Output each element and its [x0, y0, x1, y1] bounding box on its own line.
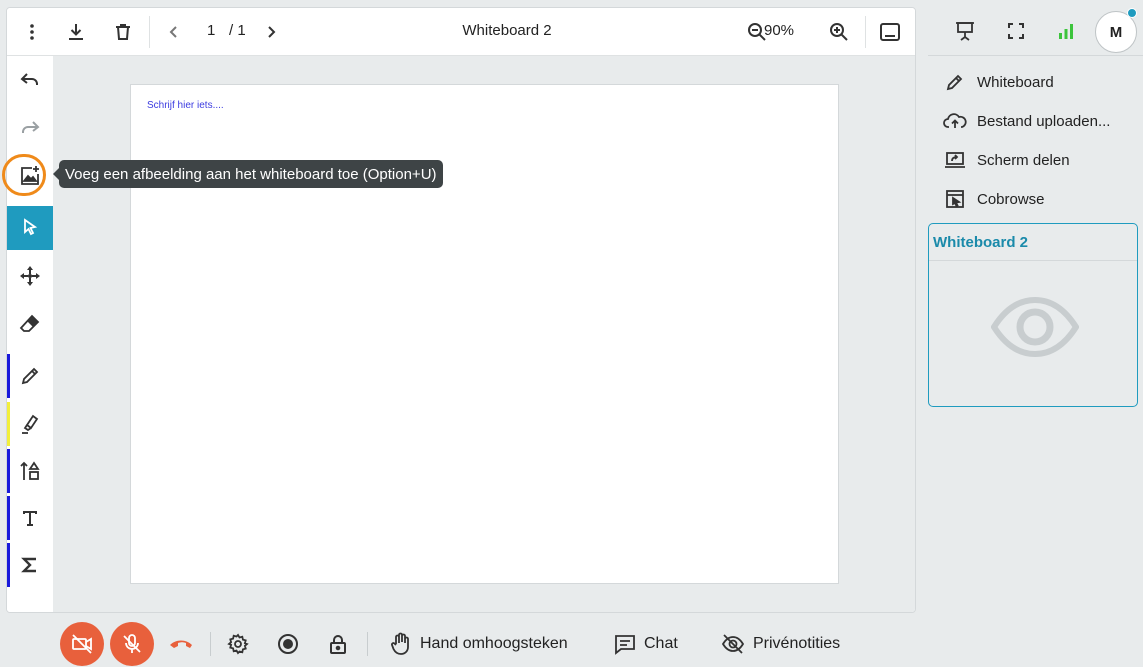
- tool-color-stripe: [7, 496, 10, 540]
- raise-hand-label: Hand omhoogsteken: [420, 635, 568, 652]
- add-image-tooltip: Voeg een afbeelding aan het whiteboard t…: [53, 160, 443, 188]
- tool-color-stripe: [7, 402, 10, 446]
- undo-icon: [20, 73, 38, 85]
- card-divider: [929, 260, 1137, 261]
- cobrowse-icon: [942, 186, 968, 212]
- next-page-icon[interactable]: [257, 18, 285, 46]
- connection-signal-icon[interactable]: [1052, 17, 1080, 45]
- microphone-off-icon: [123, 634, 141, 653]
- formula-icon: [21, 557, 36, 573]
- toggle-panel-icon[interactable]: [876, 18, 904, 46]
- highlighter-icon: [22, 414, 39, 434]
- pencil-icon: [942, 69, 968, 95]
- menu-item-label: Scherm delen: [977, 151, 1070, 169]
- download-icon[interactable]: [62, 18, 90, 46]
- right-panel-divider: [928, 55, 1143, 56]
- cloud-upload-icon: [942, 108, 968, 134]
- eraser-tool-button[interactable]: [7, 302, 53, 346]
- menu-item-screen-share[interactable]: Scherm delen: [942, 143, 1137, 177]
- microphone-off-button[interactable]: [110, 622, 154, 666]
- chat-icon: [615, 635, 635, 655]
- whiteboard-panel: 1 / 1 Whiteboard 2 90% Schrijf hier iets…: [6, 7, 916, 613]
- tool-color-stripe: [7, 449, 10, 493]
- eye-icon: [991, 296, 1079, 358]
- shapes-tool-button[interactable]: [7, 449, 53, 493]
- tool-color-stripe: [7, 354, 10, 398]
- zoom-level: 90%: [763, 22, 795, 39]
- notification-dot: [1127, 8, 1137, 18]
- text-icon: [23, 511, 37, 526]
- whiteboard-title: Whiteboard 2: [462, 22, 552, 39]
- lock-button[interactable]: [328, 630, 348, 658]
- menu-item-upload-file[interactable]: Bestand uploaden...: [942, 104, 1137, 138]
- camera-off-button[interactable]: [60, 622, 104, 666]
- whiteboard-canvas-area[interactable]: Schrijf hier iets....: [53, 56, 915, 612]
- add-image-button[interactable]: [7, 154, 53, 198]
- call-controls-bar: Hand omhoogsteken Chat Privénotities: [0, 620, 1143, 667]
- avatar-initial: M: [1109, 23, 1123, 41]
- menu-item-whiteboard[interactable]: Whiteboard: [942, 65, 1137, 99]
- formula-tool-button[interactable]: [7, 543, 53, 587]
- tooltip-text: Voeg een afbeelding aan het whiteboard t…: [65, 166, 437, 183]
- select-cursor-icon: [24, 218, 38, 236]
- canvas-text-placeholder[interactable]: Schrijf hier iets....: [147, 100, 224, 111]
- phone-hangup-icon: [170, 640, 192, 648]
- hand-icon: [391, 632, 409, 655]
- private-notes-button[interactable]: Privénotities: [721, 630, 840, 658]
- select-tool-button[interactable]: [7, 206, 53, 250]
- toolbar-divider: [865, 16, 866, 48]
- more-options-icon[interactable]: [18, 18, 46, 46]
- shapes-icon: [20, 461, 40, 480]
- whiteboard-page[interactable]: Schrijf hier iets....: [130, 84, 839, 584]
- menu-item-cobrowse[interactable]: Cobrowse: [942, 182, 1137, 216]
- presentation-icon[interactable]: [951, 17, 979, 45]
- right-panel-header: M: [928, 7, 1143, 55]
- pen-icon: [21, 367, 39, 385]
- zoom-in-icon[interactable]: [825, 18, 853, 46]
- whiteboard-thumbnail-card[interactable]: Whiteboard 2: [928, 223, 1138, 407]
- pen-tool-button[interactable]: [7, 354, 53, 398]
- whiteboard-toolbar: 1 / 1 Whiteboard 2 90%: [7, 8, 915, 56]
- tool-color-stripe: [7, 543, 10, 587]
- previous-page-icon[interactable]: [160, 18, 188, 46]
- menu-item-label: Whiteboard: [977, 73, 1054, 91]
- redo-button[interactable]: [7, 106, 53, 150]
- undo-button[interactable]: [7, 58, 53, 102]
- move-tool-button[interactable]: [7, 254, 53, 298]
- redo-icon: [22, 121, 40, 133]
- private-notes-label: Privénotities: [753, 635, 841, 652]
- eraser-icon: [19, 314, 40, 332]
- page-number-input[interactable]: 1: [207, 22, 215, 39]
- lock-icon: [330, 635, 346, 654]
- bottom-divider: [367, 632, 368, 656]
- menu-item-label: Cobrowse: [977, 190, 1045, 208]
- delete-icon[interactable]: [109, 18, 137, 46]
- record-button[interactable]: [277, 630, 299, 658]
- whiteboard-card-title: Whiteboard 2: [933, 234, 1029, 251]
- record-icon: [278, 634, 298, 654]
- bottom-divider: [210, 632, 211, 656]
- raise-hand-button[interactable]: Hand omhoogsteken: [390, 630, 568, 658]
- screen-share-icon: [942, 147, 968, 173]
- tool-sidebar: [7, 56, 53, 612]
- fullscreen-icon[interactable]: [1002, 17, 1030, 45]
- page-total: / 1: [229, 22, 246, 39]
- menu-item-label: Bestand uploaden...: [977, 112, 1111, 130]
- add-image-icon: [21, 166, 39, 185]
- chat-button[interactable]: Chat: [614, 630, 678, 658]
- settings-button[interactable]: [227, 630, 249, 658]
- gear-icon: [227, 633, 249, 655]
- highlighter-tool-button[interactable]: [7, 402, 53, 446]
- move-icon: [20, 266, 40, 286]
- chat-label: Chat: [644, 635, 678, 652]
- toolbar-divider: [149, 16, 150, 48]
- hang-up-button[interactable]: [168, 630, 194, 658]
- text-tool-button[interactable]: [7, 496, 53, 540]
- eye-off-icon: [721, 634, 745, 654]
- camera-off-icon: [72, 634, 92, 654]
